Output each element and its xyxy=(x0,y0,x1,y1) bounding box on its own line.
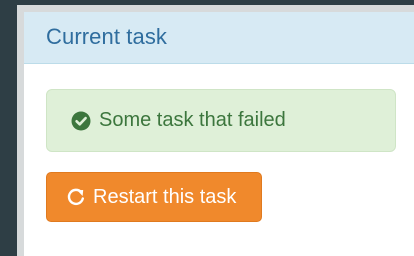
restart-button-label: Restart this task xyxy=(93,185,237,208)
restart-task-button[interactable]: Restart this task xyxy=(46,172,262,222)
page: Current task Some task that failed Resta… xyxy=(0,0,414,256)
check-circle-icon xyxy=(71,111,91,131)
current-task-panel: Current task Some task that failed Resta… xyxy=(17,5,414,256)
task-status-text: Some task that failed xyxy=(99,109,286,131)
panel-title: Current task xyxy=(46,24,168,49)
panel-header: Current task xyxy=(24,12,414,64)
task-status-alert: Some task that failed xyxy=(46,89,396,152)
refresh-icon xyxy=(66,187,86,207)
